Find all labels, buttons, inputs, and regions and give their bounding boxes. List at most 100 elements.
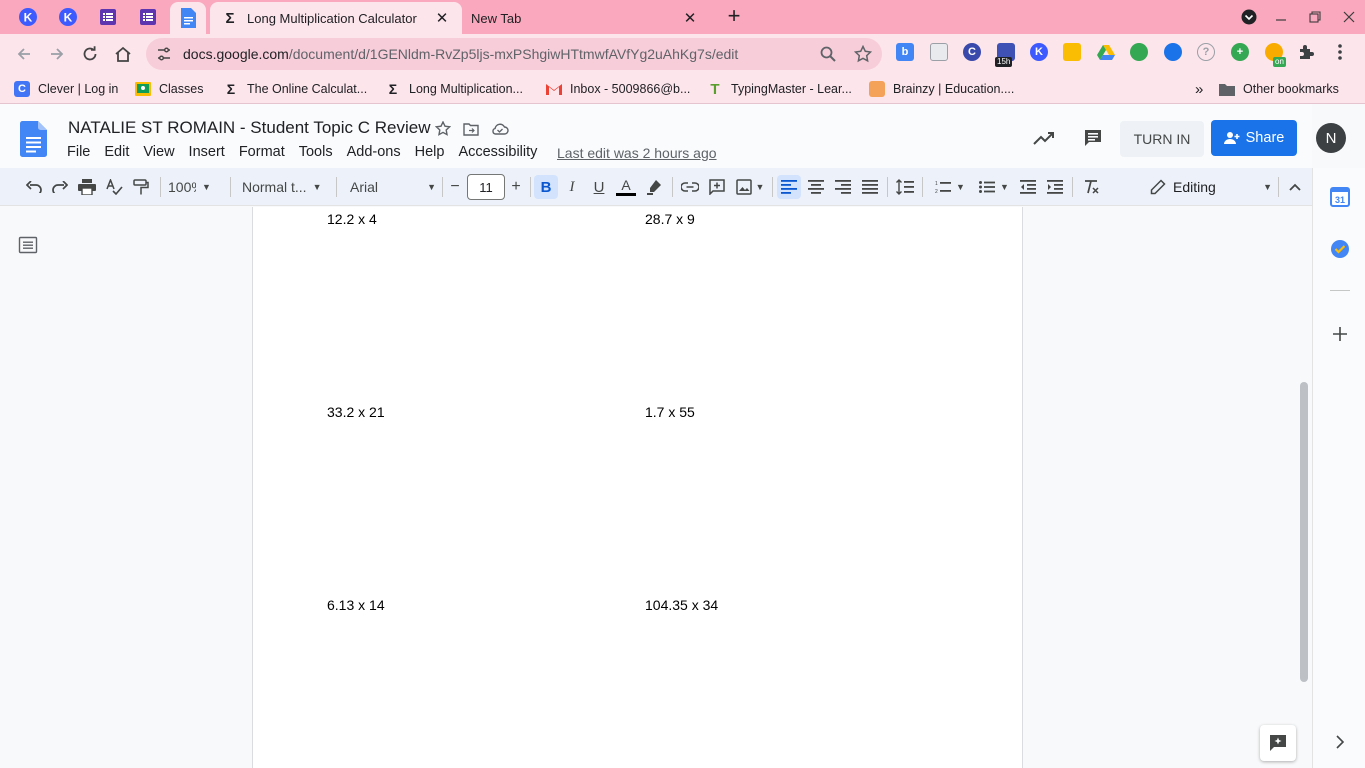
menu-insert[interactable]: Insert <box>182 144 232 164</box>
forward-icon[interactable] <box>45 42 69 66</box>
menu-view[interactable]: View <box>136 144 181 164</box>
bold-button[interactable]: B <box>534 175 558 199</box>
clear-formatting-icon[interactable] <box>1079 175 1103 199</box>
zoom-icon[interactable] <box>818 44 838 64</box>
paint-format-icon[interactable] <box>129 175 153 199</box>
minimize-icon[interactable] <box>1269 6 1293 28</box>
problem-text[interactable]: 6.13 x 14 <box>327 597 385 613</box>
insert-image-icon[interactable]: ▼ <box>733 175 767 199</box>
font-family-select[interactable]: Arial ▼ <box>350 175 436 199</box>
help-icon[interactable]: ? <box>1197 43 1215 61</box>
increase-indent-icon[interactable] <box>1043 175 1067 199</box>
ext-b-icon[interactable]: b <box>896 43 914 61</box>
redo-icon[interactable] <box>48 175 72 199</box>
paragraph-style-select[interactable]: Normal t... ▼ <box>242 175 328 199</box>
font-size-input[interactable]: 11 <box>467 174 505 200</box>
restore-icon[interactable] <box>1303 6 1327 28</box>
tasks-icon[interactable] <box>1329 238 1351 260</box>
address-bar[interactable]: docs.google.com/document/d/1GENldm-RvZp5… <box>146 38 882 70</box>
expand-panel-icon[interactable] <box>1329 731 1351 753</box>
tab-search-icon[interactable] <box>1237 6 1261 28</box>
explore-button[interactable] <box>1260 725 1296 761</box>
move-folder-icon[interactable] <box>462 120 480 138</box>
italic-button[interactable]: I <box>560 175 584 199</box>
document-outline-icon[interactable] <box>18 235 38 255</box>
home-icon[interactable] <box>111 42 135 66</box>
docs-logo-icon[interactable] <box>20 121 47 157</box>
pinned-tab-list-1[interactable] <box>95 5 121 29</box>
problem-text[interactable]: 12.2 x 4 <box>327 211 377 227</box>
problem-text[interactable]: 104.35 x 34 <box>645 597 718 613</box>
menu-help[interactable]: Help <box>408 144 452 164</box>
document-page[interactable]: 12.2 x 4 28.7 x 9 33.2 x 21 1.7 x 55 6.1… <box>252 207 1023 768</box>
ext-brightness-icon[interactable] <box>1063 43 1081 61</box>
decrease-indent-icon[interactable] <box>1016 175 1040 199</box>
document-title[interactable]: NATALIE ST ROMAIN - Student Topic C Revi… <box>68 118 430 138</box>
scrollbar-thumb[interactable] <box>1300 382 1308 682</box>
bookmark-clever[interactable]: C Clever | Log in <box>14 80 118 98</box>
turn-in-button[interactable]: TURN IN <box>1120 121 1204 157</box>
editing-mode-select[interactable]: Editing ▼ <box>1150 175 1272 199</box>
problem-text[interactable]: 28.7 x 9 <box>645 211 695 227</box>
menu-add-ons[interactable]: Add-ons <box>340 144 408 164</box>
window-close-icon[interactable] <box>1337 6 1361 28</box>
cloud-saved-icon[interactable] <box>491 120 509 138</box>
reload-icon[interactable] <box>78 42 102 66</box>
undo-icon[interactable] <box>22 175 46 199</box>
bulleted-list-icon[interactable]: ▼ <box>974 175 1014 199</box>
chrome-menu-icon[interactable] <box>1331 43 1349 61</box>
extensions-puzzle-icon[interactable] <box>1297 43 1315 61</box>
justify-icon[interactable] <box>858 175 882 199</box>
activity-trend-icon[interactable] <box>1032 126 1056 150</box>
other-bookmarks[interactable]: Other bookmarks <box>1219 80 1339 98</box>
text-color-button[interactable]: A <box>614 175 638 199</box>
new-tab-button[interactable]: + <box>722 5 746 29</box>
close-icon[interactable]: ✕ <box>432 8 452 28</box>
bookmark-brainzy[interactable]: Brainzy | Education.... <box>869 80 1014 98</box>
align-right-icon[interactable] <box>831 175 855 199</box>
bookmark-inbox[interactable]: Inbox - 5009866@b... <box>546 80 690 98</box>
bookmark-long-multiplication[interactable]: Σ Long Multiplication... <box>385 80 523 98</box>
menu-tools[interactable]: Tools <box>292 144 340 164</box>
close-icon[interactable]: ✕ <box>680 8 700 28</box>
bookmarks-overflow-button[interactable]: » <box>1195 80 1203 98</box>
bookmark-online-calculator[interactable]: Σ The Online Calculat... <box>223 80 367 98</box>
share-button[interactable]: Share <box>1211 120 1297 156</box>
ext-check-icon[interactable] <box>1164 43 1182 61</box>
bookmark-star-icon[interactable] <box>853 44 873 64</box>
avatar[interactable]: N <box>1316 123 1346 153</box>
calendar-icon[interactable]: 31 <box>1329 186 1351 208</box>
link-icon[interactable] <box>678 175 702 199</box>
vertical-scrollbar[interactable] <box>1296 207 1312 768</box>
google-drive-icon[interactable] <box>1097 43 1115 61</box>
decrease-font-size-button[interactable]: − <box>446 175 464 199</box>
line-spacing-icon[interactable] <box>893 175 917 199</box>
menu-accessibility[interactable]: Accessibility <box>451 144 544 164</box>
pinned-tab-list-2[interactable] <box>135 5 161 29</box>
ext-kami-icon[interactable]: K <box>1030 43 1048 61</box>
ext-compass-icon[interactable] <box>1130 43 1148 61</box>
align-center-icon[interactable] <box>804 175 828 199</box>
comment-icon[interactable] <box>1081 126 1105 150</box>
highlight-pen-icon[interactable] <box>642 175 666 199</box>
align-left-icon[interactable] <box>777 175 801 199</box>
bookmark-classes[interactable]: Classes <box>135 80 203 98</box>
last-edit-link[interactable]: Last edit was 2 hours ago <box>557 145 717 161</box>
add-comment-icon[interactable] <box>705 175 729 199</box>
menu-format[interactable]: Format <box>232 144 292 164</box>
pinned-tab-kami-2[interactable]: K <box>55 5 81 29</box>
underline-button[interactable]: U <box>587 175 611 199</box>
tab-long-multiplication[interactable]: Σ Long Multiplication Calculator ✕ <box>210 2 462 34</box>
collapse-menus-icon[interactable] <box>1283 175 1307 199</box>
add-addon-icon[interactable] <box>1329 323 1351 345</box>
menu-file[interactable]: File <box>60 144 97 164</box>
ext-c-icon[interactable]: C <box>963 43 981 61</box>
zoom-select[interactable]: 100% ▼ <box>168 175 222 199</box>
bookmark-typingmaster[interactable]: T TypingMaster - Lear... <box>707 80 851 98</box>
problem-text[interactable]: 33.2 x 21 <box>327 404 385 420</box>
spellcheck-icon[interactable] <box>102 175 126 199</box>
increase-font-size-button[interactable]: + <box>507 175 525 199</box>
print-icon[interactable] <box>75 175 99 199</box>
pinned-tab-kami-1[interactable]: K <box>15 5 41 29</box>
problem-text[interactable]: 1.7 x 55 <box>645 404 695 420</box>
